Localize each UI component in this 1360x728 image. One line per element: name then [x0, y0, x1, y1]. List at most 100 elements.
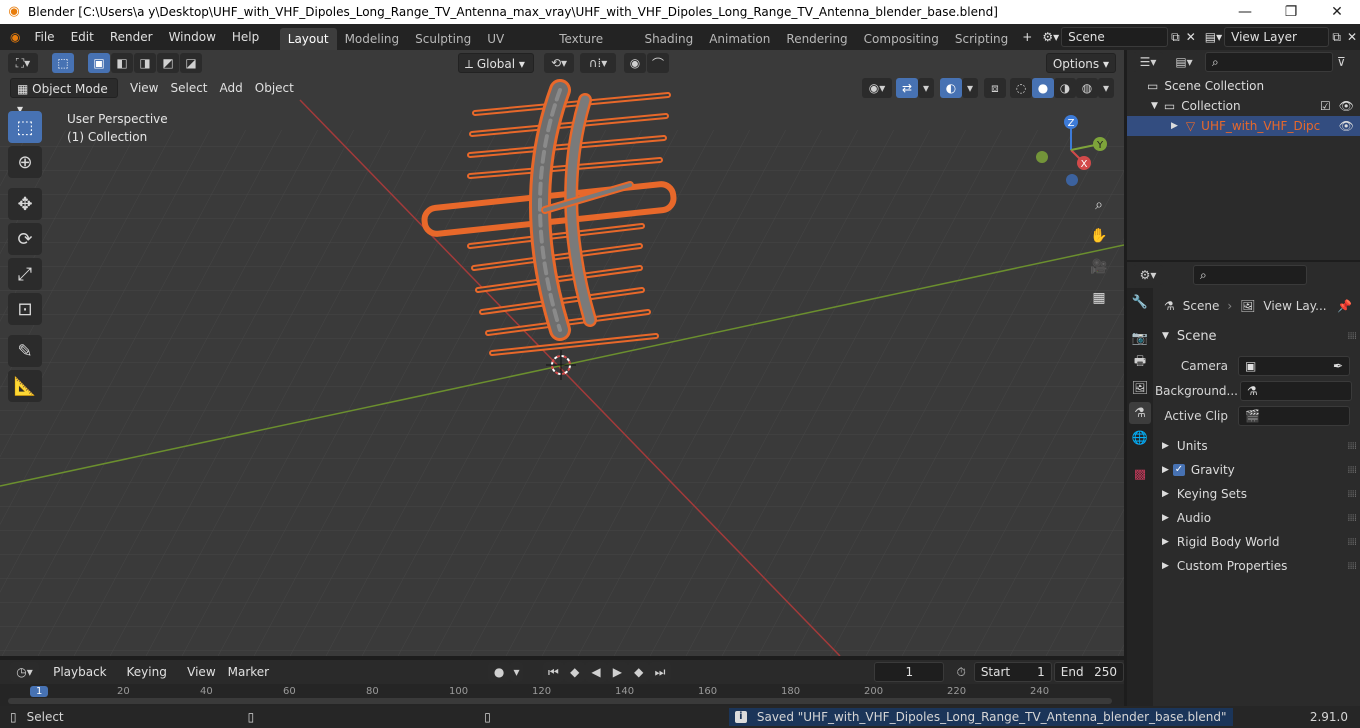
properties-search-input[interactable]: ⌕ — [1193, 265, 1307, 285]
tab-compositing[interactable]: Compositing — [856, 28, 947, 50]
drag-grip-icon[interactable]: ⁞⁞⁞⁞ — [1347, 513, 1357, 524]
exclude-checkbox[interactable]: ☑ — [1320, 96, 1331, 116]
panel-units[interactable]: ▶ Units ⁞⁞⁞⁞ — [1160, 435, 1357, 457]
tab-uv-editing[interactable]: UV Editing — [479, 28, 551, 68]
pan-hand-icon[interactable]: ✋ — [1086, 223, 1112, 249]
measure-tool-icon[interactable]: 📐 — [8, 370, 42, 402]
texture-tab-icon[interactable]: ▩ — [1129, 463, 1151, 485]
preview-range-icon[interactable]: ⏱ — [950, 662, 971, 682]
timeline-menu-playback[interactable]: Playback ▾ — [47, 662, 120, 699]
outliner-scene-collection[interactable]: ▭ Scene Collection — [1127, 76, 1360, 96]
end-frame-field[interactable]: End 250 — [1053, 662, 1125, 682]
tab-scripting[interactable]: Scripting — [947, 28, 1016, 50]
snap-icon[interactable]: ∩⁞▾ — [580, 53, 616, 73]
expand-collection-icon[interactable]: ▼ — [1151, 96, 1158, 116]
viewport-menu-add[interactable]: Add — [214, 78, 249, 98]
menu-edit[interactable]: Edit — [63, 24, 102, 50]
outliner-object-row[interactable]: ▶ ▽ UHF_with_VHF_Dipc 👁 — [1127, 116, 1360, 136]
viewport-menu-view[interactable]: View — [124, 78, 164, 98]
timeline-menu-view[interactable]: View — [181, 662, 221, 682]
xray-toggle-icon[interactable]: ⧈ — [984, 78, 1006, 98]
panel-audio[interactable]: ▶ Audio ⁞⁞⁞⁞ — [1160, 507, 1357, 529]
move-tool-icon[interactable]: ✥ — [8, 188, 42, 220]
record-icon[interactable]: ● — [488, 662, 510, 682]
scene-tab-icon[interactable]: ⚗ — [1129, 402, 1151, 424]
view-layer-field[interactable]: View Layer — [1224, 27, 1330, 47]
properties-editor-type-icon[interactable]: ⚙▾ — [1133, 265, 1163, 285]
minimize-button[interactable]: — — [1222, 0, 1268, 24]
gizmo-toggle-icon[interactable]: ⇄ — [896, 78, 918, 98]
mode-intersect-icon[interactable]: ◪ — [180, 53, 202, 73]
viewport-menu-object[interactable]: Object — [249, 78, 300, 98]
menu-render[interactable]: Render — [102, 24, 161, 50]
view-layer-tab-icon[interactable]: 🖼 — [1129, 377, 1151, 399]
timeline-ruler[interactable]: 1 20 40 60 80 100 120 140 160 180 200 220 240 — [0, 684, 1124, 706]
next-keyframe-icon[interactable]: ◆ — [628, 662, 650, 682]
filter-icon[interactable]: ⊽ — [1337, 55, 1346, 69]
tab-rendering[interactable]: Rendering — [778, 28, 855, 50]
drag-grip-icon[interactable]: ⁞⁞⁞⁞ — [1347, 537, 1357, 548]
tab-layout[interactable]: Layout — [279, 28, 337, 50]
shading-solid-icon[interactable]: ● — [1032, 78, 1054, 98]
delete-view-layer-icon[interactable]: ✕ — [1344, 24, 1360, 50]
world-tab-icon[interactable]: 🌐 — [1129, 427, 1151, 449]
panel-scene[interactable]: ▼ Scene ⁞⁞⁞⁞ — [1160, 325, 1357, 347]
shading-material-icon[interactable]: ◑ — [1054, 78, 1076, 98]
shading-wireframe-icon[interactable]: ◌ — [1010, 78, 1032, 98]
scale-tool-icon[interactable]: ⤢ — [8, 258, 42, 290]
drag-grip-icon[interactable]: ⁞⁞⁞⁞ — [1347, 465, 1357, 476]
transform-orientation-dropdown[interactable]: ⟂ Global ▾ — [458, 53, 534, 73]
add-workspace-icon[interactable]: + — [1016, 24, 1038, 50]
overlays-toggle-icon[interactable]: ◐ — [940, 78, 962, 98]
select-box-tool-icon[interactable]: ⬚ — [52, 53, 74, 73]
timeline-menu-keying[interactable]: Keying ▾ — [121, 662, 182, 699]
view-layer-browse-icon[interactable]: ▤▾ — [1199, 24, 1224, 50]
rotate-tool-icon[interactable]: ⟳ — [8, 223, 42, 255]
output-tab-icon[interactable]: 🖶 — [1129, 352, 1151, 374]
panel-keying-sets[interactable]: ▶ Keying Sets ⁞⁞⁞⁞ — [1160, 483, 1357, 505]
pin-icon[interactable]: 📌 — [1337, 299, 1352, 313]
overlays-dropdown-icon[interactable]: ▾ — [962, 78, 978, 98]
drag-grip-icon[interactable]: ⁞⁞⁞⁞ — [1347, 331, 1357, 342]
blender-menu-icon[interactable]: ◉ — [0, 24, 26, 50]
outliner-search-input[interactable]: ⌕ — [1205, 52, 1333, 72]
tab-shading[interactable]: Shading — [636, 28, 701, 50]
jump-end-icon[interactable]: ⏭ — [649, 662, 671, 682]
panel-custom-properties[interactable]: ▶ Custom Properties ⁞⁞⁞⁞ — [1160, 555, 1357, 577]
eyedropper-icon[interactable]: ✒ — [1333, 357, 1343, 375]
shading-dropdown-icon[interactable]: ▾ — [1098, 78, 1114, 98]
panel-gravity[interactable]: ▶ ✓ Gravity ⁞⁞⁞⁞ — [1160, 459, 1357, 481]
expand-object-icon[interactable]: ▶ — [1171, 116, 1178, 136]
shading-rendered-icon[interactable]: ◍ — [1076, 78, 1098, 98]
new-view-layer-icon[interactable]: ⧉ — [1329, 24, 1344, 50]
tab-modeling[interactable]: Modeling — [337, 28, 408, 50]
timeline-scrollbar[interactable] — [8, 698, 1112, 704]
tab-texture-paint[interactable]: Texture Paint — [551, 28, 636, 68]
cursor-tool-icon[interactable]: ⊕ — [8, 146, 42, 178]
proportional-editing-icon[interactable]: ◉ — [624, 53, 646, 73]
active-clip-field[interactable]: 🎬 — [1238, 406, 1350, 426]
play-icon[interactable]: ▶ — [606, 662, 629, 682]
maximize-button[interactable]: ❐ — [1268, 0, 1314, 24]
display-mode-icon[interactable]: ▤▾ — [1169, 52, 1199, 72]
object-visibility-icon[interactable]: 👁 — [1339, 116, 1354, 136]
prev-keyframe-icon[interactable]: ◆ — [564, 662, 586, 682]
scene-name-field[interactable]: Scene — [1061, 27, 1169, 47]
current-frame-field[interactable]: 1 — [874, 662, 945, 682]
drag-grip-icon[interactable]: ⁞⁞⁞⁞ — [1347, 489, 1357, 500]
outliner-editor-type-icon[interactable]: ☰▾ — [1133, 52, 1163, 72]
viewport-menu-select[interactable]: Select — [164, 78, 213, 98]
mode-extend-icon[interactable]: ◧ — [111, 53, 133, 73]
scene-browse-icon[interactable]: ⚙▾ — [1038, 24, 1061, 50]
panel-rigid-body-world[interactable]: ▶ Rigid Body World ⁞⁞⁞⁞ — [1160, 531, 1357, 553]
tab-animation[interactable]: Animation — [701, 28, 778, 50]
camera-field[interactable]: ▣ ✒ — [1238, 356, 1350, 376]
mode-new-selection-icon[interactable]: ▣ — [88, 53, 110, 73]
gizmo-dropdown-icon[interactable]: ▾ — [918, 78, 934, 98]
gravity-checkbox[interactable]: ✓ — [1172, 464, 1185, 476]
menu-window[interactable]: Window — [161, 24, 224, 50]
timeline-menu-marker[interactable]: Marker — [222, 662, 275, 682]
keying-dropdown-icon[interactable]: ▾ — [509, 662, 524, 682]
proportional-falloff-icon[interactable]: ⌒ — [647, 53, 669, 73]
3d-viewport[interactable]: Z X Y — [0, 50, 1124, 656]
